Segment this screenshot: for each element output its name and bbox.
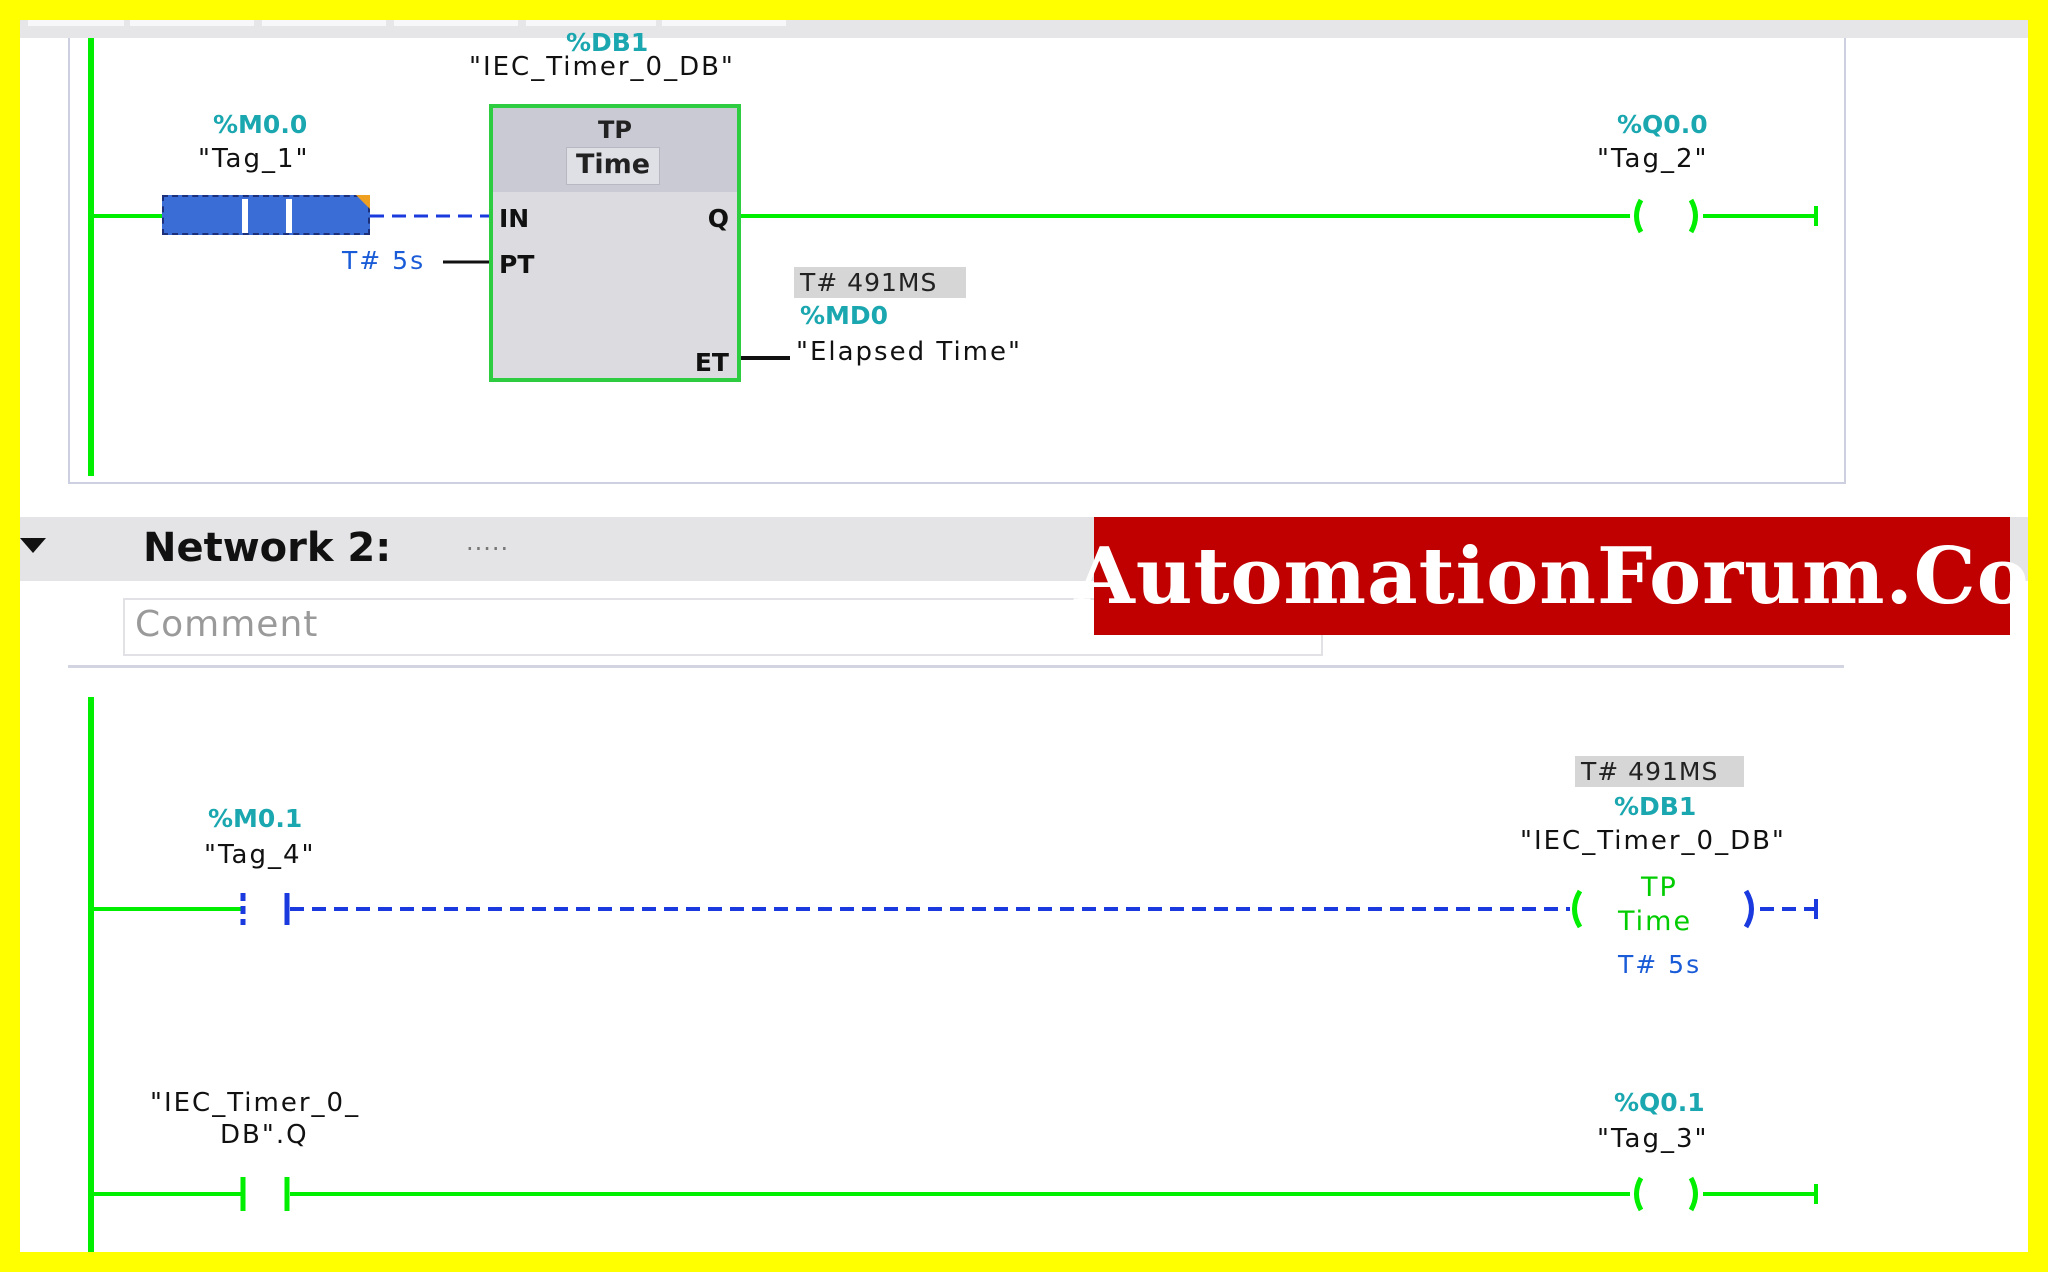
contact-bar-right [286,199,292,233]
input-m00-symbol: "Tag_1" [198,144,310,174]
selected-contact-m00[interactable] [162,195,370,235]
input-m00-address: %M0.0 [213,110,308,139]
tp-coil-preset[interactable]: T# 5s [1618,952,1701,977]
input-m01-symbol: "Tag_4" [204,840,316,870]
pin-pt: PT [499,250,535,279]
coil-db-symbol: "IEC_Timer_0_DB" [1520,826,1786,856]
pin-q: Q [707,204,729,233]
tp-block-name: TP [598,116,632,144]
elapsed-address: %MD0 [800,301,889,330]
tp-block-type[interactable]: Time [566,147,660,185]
output-q01-symbol: "Tag_3" [1597,1124,1709,1154]
coil-q01-right [1688,1176,1698,1212]
coil-q01-left [1634,1176,1644,1212]
timer-q-symbol-line2: DB".Q [220,1120,309,1150]
timer-q-symbol-line1: "IEC_Timer_0_ [150,1088,361,1118]
tp-coil-name[interactable]: TP [1641,874,1678,901]
tp-timer-block[interactable]: TP Time IN Q PT ET [489,104,741,382]
pin-et: ET [694,348,729,377]
watermark-text: AutomationForum.Co [1074,530,2030,622]
watermark-banner: AutomationForum.Co [1074,517,2029,635]
tp-coil-type[interactable]: Time [1618,908,1692,935]
ladder-wires [88,38,1818,1252]
output-q00-address: %Q0.0 [1617,110,1708,139]
corner-marker-icon [356,195,370,209]
input-m01-address: %M0.1 [208,804,303,833]
output-q01-address: %Q0.1 [1614,1088,1705,1117]
coil-elapsed-value: T# 491MS [1575,756,1744,787]
timer-db-symbol: "IEC_Timer_0_DB" [469,52,735,82]
elapsed-value: T# 491MS [794,267,966,298]
output-q00-symbol: "Tag_2" [1597,144,1709,174]
elapsed-symbol: "Elapsed Time" [796,337,1022,367]
contact-bar-left [242,199,248,233]
preset-value[interactable]: T# 5s [342,248,425,273]
coil-q00-right [1688,198,1698,234]
coil-q00-left [1634,198,1644,234]
pin-in: IN [499,204,530,233]
coil-db-address: %DB1 [1614,792,1697,821]
